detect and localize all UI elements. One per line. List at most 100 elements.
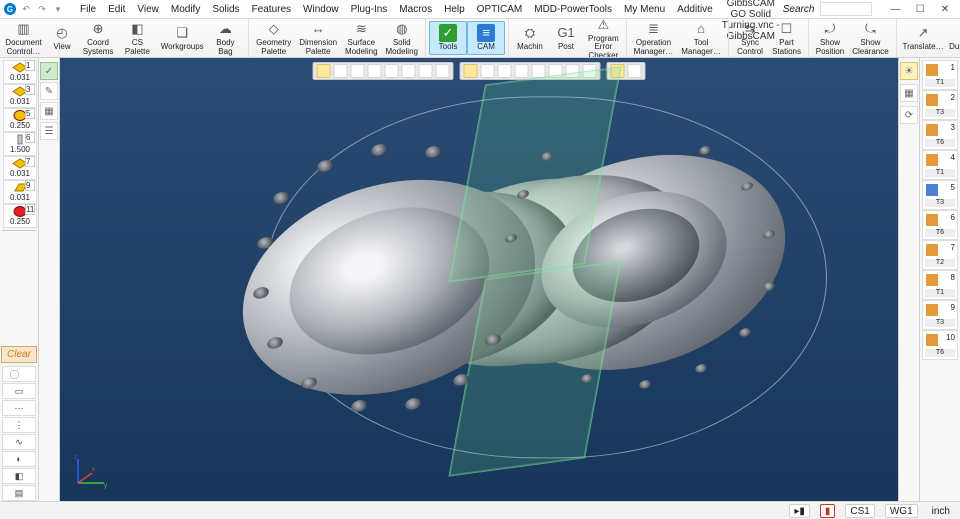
redo-icon[interactable]: ↷ (36, 3, 48, 15)
menu-mdd-powertools[interactable]: MDD-PowerTools (528, 3, 618, 16)
solid-modeling-button[interactable]: ◍SolidModeling (382, 19, 422, 58)
operation-number: 6 (951, 213, 955, 222)
menu-modify[interactable]: Modify (165, 3, 206, 16)
operation-5[interactable]: 5T3 (922, 180, 958, 210)
menubar: FileEditViewModifySolidsFeaturesWindowPl… (74, 3, 719, 16)
tool-value: 0.250 (10, 218, 30, 226)
status-cs[interactable]: CS1 (845, 504, 874, 518)
undo-icon[interactable]: ↶ (20, 3, 32, 15)
operation-manager-button[interactable]: ≣OperationManager… (630, 19, 678, 58)
cam-button[interactable]: ≡CAM (467, 21, 505, 54)
operation-9[interactable]: 9T3 (922, 300, 958, 330)
mini-tool-g[interactable]: ◧ (2, 468, 36, 484)
menu-view[interactable]: View (131, 3, 165, 16)
status-play[interactable]: ▸▮ (789, 504, 810, 518)
tool-index: 7 (25, 156, 35, 167)
maximize-button[interactable]: ☐ (909, 2, 931, 16)
menu-plug-ins[interactable]: Plug-Ins (345, 3, 394, 16)
show-clearance-icon: ⤿ (861, 20, 879, 38)
operation-number: 2 (951, 93, 955, 102)
mini-tool-c[interactable]: ⋯ (2, 400, 36, 416)
menu-edit[interactable]: Edit (102, 3, 131, 16)
part-stations-icon: ☐ (778, 20, 796, 38)
dimension-palette-button[interactable]: ↔DimensionPalette (295, 19, 341, 58)
menu-features[interactable]: Features (246, 3, 297, 16)
post-button[interactable]: G1Post (548, 22, 584, 53)
search-input[interactable] (820, 2, 872, 16)
cad-model (219, 82, 739, 462)
mini-tool-d[interactable]: ⋮ (2, 417, 36, 433)
dimension-palette-label: DimensionPalette (299, 39, 337, 56)
mini-tool-e[interactable]: ∿ (2, 434, 36, 450)
status-wg[interactable]: WG1 (885, 504, 918, 518)
menu-macros[interactable]: Macros (393, 3, 438, 16)
view-button[interactable]: ◴View (44, 22, 80, 53)
translate-button[interactable]: ↗Translate… (900, 22, 947, 53)
machining-label: Machin (517, 43, 543, 51)
show-position-button[interactable]: ⤾ShowPosition (812, 19, 848, 58)
status-record[interactable]: ▮ (820, 504, 836, 518)
operation-tag: T1 (925, 169, 955, 177)
coord-systems-button[interactable]: ⊕CoordSystems (80, 19, 116, 58)
menu-solids[interactable]: Solids (206, 3, 245, 16)
edit-button[interactable]: ✎ (40, 82, 58, 100)
mini-tool-b[interactable]: ▭ (2, 383, 36, 399)
operation-6[interactable]: 6T6 (922, 210, 958, 240)
document-control-button[interactable]: ▥DocumentControl… (3, 19, 44, 58)
operation-swatch-icon (926, 154, 938, 166)
mini-tool-h[interactable]: ▤ (2, 485, 36, 501)
menu-opticam[interactable]: OPTICAM (471, 3, 529, 16)
part-stations-label: Part Stations (772, 39, 801, 56)
operation-3[interactable]: 3T6 (922, 120, 958, 150)
sync-control-button[interactable]: ⇆Sync Control (732, 19, 768, 58)
body-bag-button[interactable]: ☁Body Bag (206, 19, 245, 58)
operation-tag: T3 (925, 199, 955, 207)
right-tog-2[interactable]: ▦ (900, 84, 918, 102)
operation-4[interactable]: 4T1 (922, 150, 958, 180)
layer-button[interactable]: ☰ (40, 122, 58, 140)
action-button[interactable]: ▦ (40, 102, 58, 120)
menu-additive[interactable]: Additive (671, 3, 719, 16)
status-units: inch (928, 505, 954, 517)
program-error-checker-button[interactable]: ⚠ProgramError Checker (584, 19, 623, 58)
show-clearance-button[interactable]: ⤿ShowClearance (848, 19, 892, 58)
menu-file[interactable]: File (74, 3, 102, 16)
right-tog-3[interactable]: ⟳ (900, 106, 918, 124)
tool-value: 1.500 (10, 146, 30, 154)
machining-button[interactable]: ⛭Machin (512, 22, 548, 53)
tool-manager-icon: ⌂ (692, 20, 710, 38)
cs-palette-button[interactable]: ◧CS Palette (116, 19, 159, 58)
mini-tool-f[interactable]: ◐ (2, 451, 36, 467)
translate-label: Translate… (903, 43, 944, 51)
operation-8[interactable]: 8T1 (922, 270, 958, 300)
solid-modeling-label: SolidModeling (386, 39, 418, 56)
operation-7[interactable]: 7T2 (922, 240, 958, 270)
tools-button[interactable]: ✓Tools (429, 21, 467, 54)
minimize-button[interactable]: — (884, 2, 906, 16)
mini-tool-a[interactable]: ⃝ (2, 366, 36, 382)
geometry-palette-button[interactable]: ◇GeometryPalette (252, 19, 295, 58)
3d-viewport[interactable]: z y x (60, 58, 898, 501)
tool-manager-button[interactable]: ⌂ToolManager… (677, 19, 725, 58)
surface-modeling-button[interactable]: ≋SurfaceModeling (341, 19, 381, 58)
clear-button[interactable]: Clear (1, 346, 37, 363)
part-stations-button[interactable]: ☐Part Stations (768, 19, 804, 58)
workgroups-button[interactable]: ❏Workgroups (159, 22, 206, 53)
solid-modeling-icon: ◍ (393, 20, 411, 38)
menu-window[interactable]: Window (297, 3, 345, 16)
close-button[interactable]: ✕ (934, 2, 956, 16)
operation-1[interactable]: 1T1 (922, 60, 958, 90)
menu-my-menu[interactable]: My Menu (618, 3, 671, 16)
show-position-label: ShowPosition (816, 39, 844, 56)
dup-trans-button[interactable]: ⇗Dup+Trans… (946, 22, 960, 53)
check-button[interactable]: ✓ (40, 62, 58, 80)
operation-10[interactable]: 10T6 (922, 330, 958, 360)
view-toolbar-1[interactable] (313, 62, 454, 80)
operation-2[interactable]: 2T3 (922, 90, 958, 120)
show-position-icon: ⤾ (821, 20, 839, 38)
operation-swatch-icon (926, 334, 938, 346)
cs-palette-icon: ◧ (128, 20, 146, 38)
qat-dropdown-icon[interactable]: ▾ (52, 3, 64, 15)
right-tog-1[interactable]: ☀ (900, 62, 918, 80)
menu-help[interactable]: Help (438, 3, 471, 16)
